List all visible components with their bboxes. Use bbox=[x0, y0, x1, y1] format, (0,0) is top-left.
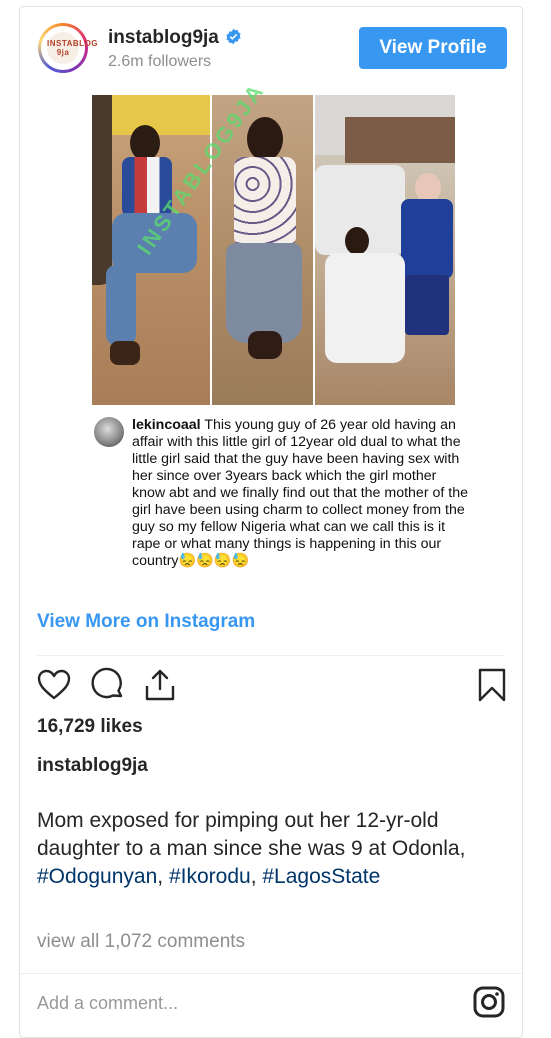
photo-panel-3 bbox=[315, 95, 455, 405]
bookmark-icon[interactable] bbox=[474, 667, 510, 703]
view-all-comments-link[interactable]: view all 1,072 comments bbox=[37, 931, 245, 953]
comment-icon[interactable] bbox=[90, 667, 126, 703]
avatar-logo: INSTABLOG 9ja bbox=[47, 32, 98, 64]
heart-icon[interactable] bbox=[36, 667, 72, 703]
add-comment-input[interactable]: Add a comment... bbox=[37, 993, 178, 1014]
post-image[interactable]: INSTABLOG9JA bbox=[92, 78, 455, 405]
embedded-caption-text: lekincoaal This young guy of 26 year old… bbox=[132, 417, 468, 569]
hashtag-ikorodu[interactable]: #Ikorodu bbox=[169, 865, 251, 888]
embedded-caption-username: lekincoaal bbox=[132, 417, 201, 433]
divider bbox=[37, 655, 505, 656]
profile-username[interactable]: instablog9ja bbox=[108, 27, 242, 49]
instagram-embed-card: INSTABLOG 9ja instablog9ja 2.6m follower… bbox=[19, 6, 523, 1038]
verified-badge-icon bbox=[226, 28, 241, 45]
share-icon[interactable] bbox=[142, 667, 178, 703]
view-more-on-instagram-link[interactable]: View More on Instagram bbox=[37, 611, 255, 633]
follower-count: 2.6m followers bbox=[108, 53, 212, 70]
hashtag-lagosstate[interactable]: #LagosState bbox=[262, 865, 380, 888]
commenter-avatar bbox=[94, 417, 124, 447]
action-bar bbox=[34, 667, 512, 707]
post-header: INSTABLOG 9ja instablog9ja 2.6m follower… bbox=[20, 7, 522, 89]
instagram-logo-icon[interactable] bbox=[472, 985, 506, 1019]
hashtag-odogunyan[interactable]: #Odogunyan bbox=[37, 865, 157, 888]
view-profile-button[interactable]: View Profile bbox=[359, 27, 507, 69]
post-caption: Mom exposed for pimping out her 12-yr-ol… bbox=[37, 809, 466, 888]
profile-avatar[interactable]: INSTABLOG 9ja bbox=[38, 23, 98, 73]
post-author[interactable]: instablog9ja bbox=[37, 755, 148, 777]
like-count[interactable]: 16,729 likes bbox=[37, 716, 143, 738]
divider bbox=[20, 973, 522, 974]
